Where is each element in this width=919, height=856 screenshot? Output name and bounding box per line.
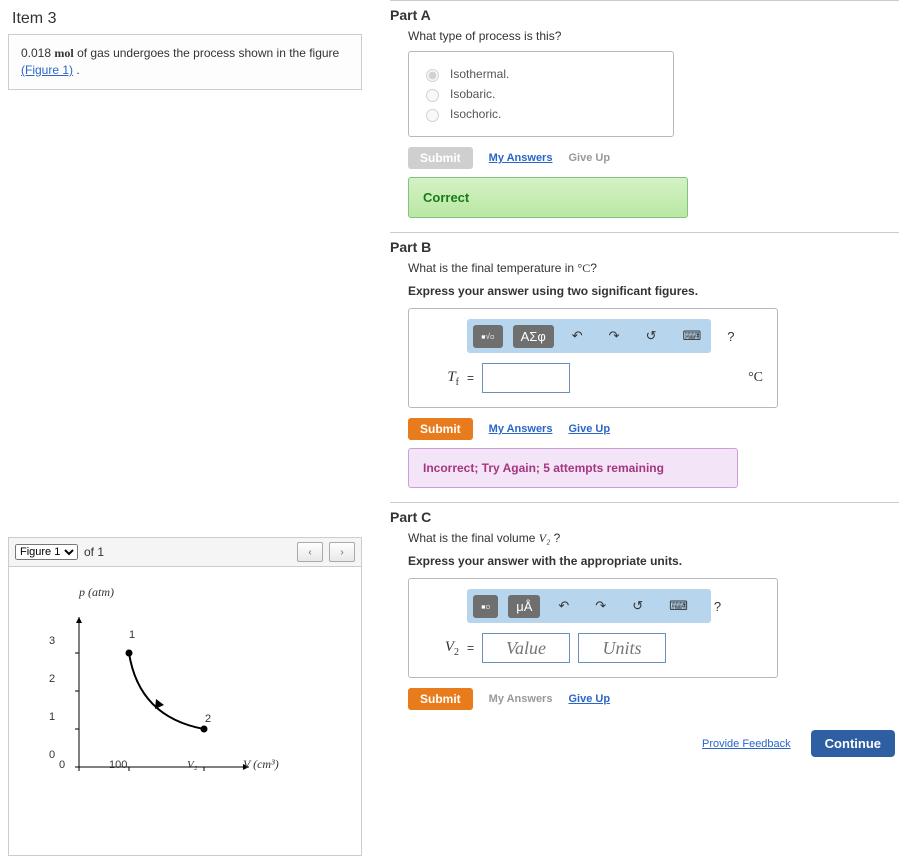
part-b-buttons: Submit My Answers Give Up — [408, 418, 899, 440]
figure-toolbar: Figure 1 of 1 ‹ › — [8, 537, 362, 566]
part-c-my-answers-link: My Answers — [489, 693, 553, 705]
continue-button[interactable]: Continue — [811, 730, 895, 757]
redo-icon[interactable]: ↷ — [601, 324, 628, 348]
part-b-q-pre: What is the final temperature in — [408, 261, 577, 275]
option-isothermal-label: Isothermal. — [450, 67, 509, 81]
templates-button[interactable]: ▪▫ — [473, 595, 498, 618]
option-isochoric-label: Isochoric. — [450, 107, 501, 121]
point-2-label: 2 — [205, 713, 211, 725]
part-a-question: What type of process is this? — [408, 29, 899, 43]
option-isobaric[interactable]: Isobaric. — [421, 86, 661, 102]
option-isochoric[interactable]: Isochoric. — [421, 106, 661, 122]
problem-tail: . — [73, 63, 80, 77]
part-b-question: What is the final temperature in °C? — [408, 261, 899, 276]
figure-panel: Figure 1 of 1 ‹ › — [8, 537, 362, 856]
problem-text: of gas undergoes the process shown in th… — [77, 46, 339, 60]
part-b-feedback: Incorrect; Try Again; 5 attempts remaini… — [408, 448, 738, 488]
y-tick-3: 3 — [49, 635, 55, 647]
part-a-my-answers-link[interactable]: My Answers — [489, 152, 553, 164]
part-c-question: What is the final volume V₂ ? — [408, 531, 899, 546]
y-tick-2: 2 — [49, 673, 55, 685]
part-a-options: Isothermal. Isobaric. Isochoric. — [408, 51, 674, 137]
part-a-feedback: Correct — [408, 177, 688, 218]
point-1-label: 1 — [129, 629, 135, 641]
problem-statement: 0.018 mol of gas undergoes the process s… — [8, 34, 362, 90]
figure-select[interactable]: Figure 1 — [15, 544, 78, 560]
part-b-unit-label: °C — [748, 370, 763, 386]
footer: Provide Feedback Continue — [390, 730, 899, 757]
part-c-toolbar: ▪▫ μÅ ↶ ↷ ↺ ⌨ ? — [467, 589, 711, 623]
x-tick-1: 100 — [109, 759, 127, 771]
part-c-q-var: V₂ — [539, 531, 551, 545]
option-isothermal[interactable]: Isothermal. — [421, 66, 661, 82]
part-c-header: Part C — [390, 502, 899, 525]
part-b-instruction: Express your answer using two significan… — [408, 284, 899, 298]
option-isobaric-label: Isobaric. — [450, 87, 495, 101]
part-b-input-panel: ▪√▫ ΑΣφ ↶ ↷ ↺ ⌨ ? Tf = °C — [408, 308, 778, 408]
part-c-input-panel: ▪▫ μÅ ↶ ↷ ↺ ⌨ ? V2 = — [408, 578, 778, 678]
figure-of-label: of 1 — [84, 545, 104, 559]
help-icon-c[interactable]: ? — [706, 595, 729, 618]
pv-graph — [19, 587, 319, 807]
part-b-q-unit: °C — [577, 261, 590, 275]
part-a-submit-button: Submit — [408, 147, 473, 169]
reset-icon[interactable]: ↺ — [638, 324, 665, 348]
redo-icon-c[interactable]: ↷ — [587, 594, 614, 618]
part-b-toolbar: ▪√▫ ΑΣφ ↶ ↷ ↺ ⌨ ? — [467, 319, 711, 353]
part-b-equals: = — [467, 371, 474, 385]
help-icon[interactable]: ? — [719, 325, 742, 348]
problem-amount: 0.018 — [21, 46, 51, 60]
part-b-q-post: ? — [590, 261, 597, 275]
part-c-submit-button[interactable]: Submit — [408, 688, 473, 710]
part-c-instruction: Express your answer with the appropriate… — [408, 554, 899, 568]
part-b-submit-button[interactable]: Submit — [408, 418, 473, 440]
part-c-equals: = — [467, 641, 474, 655]
units-button[interactable]: μÅ — [508, 595, 540, 618]
part-c-buttons: Submit My Answers Give Up — [408, 688, 899, 710]
part-a-give-up-link: Give Up — [568, 152, 610, 164]
part-b-var-label: Tf — [423, 369, 459, 388]
x-tick-0: 0 — [59, 759, 65, 771]
radical-button[interactable]: ▪√▫ — [473, 325, 503, 348]
radio-isothermal[interactable] — [426, 69, 439, 82]
part-b-value-input[interactable] — [482, 363, 570, 393]
radio-isobaric[interactable] — [426, 89, 439, 102]
part-c-equation-row: V2 = — [423, 633, 763, 663]
provide-feedback-link[interactable]: Provide Feedback — [702, 738, 791, 750]
part-a-header: Part A — [390, 0, 899, 23]
part-c-value-input[interactable] — [482, 633, 570, 663]
x-tick-2: V₂ — [187, 759, 198, 771]
figure-body: p (atm) V (cm³) 0 100 V₂ 0 1 2 3 1 2 — [8, 566, 362, 856]
problem-unit: mol — [54, 46, 73, 60]
figure-prev-button[interactable]: ‹ — [297, 542, 323, 562]
undo-icon[interactable]: ↶ — [564, 324, 591, 348]
reset-icon-c[interactable]: ↺ — [624, 594, 651, 618]
part-c-units-input[interactable] — [578, 633, 666, 663]
figure-next-button[interactable]: › — [329, 542, 355, 562]
x-axis-label: V (cm³) — [243, 757, 279, 772]
figure-link[interactable]: (Figure 1) — [21, 63, 73, 77]
greek-button[interactable]: ΑΣφ — [513, 325, 554, 348]
part-c-q-pre: What is the final volume — [408, 531, 539, 545]
undo-icon-c[interactable]: ↶ — [550, 594, 577, 618]
y-axis-label: p (atm) — [79, 585, 114, 600]
y-tick-1: 1 — [49, 711, 55, 723]
part-b-header: Part B — [390, 232, 899, 255]
part-b-equation-row: Tf = °C — [423, 363, 763, 393]
part-c-var-label: V2 — [423, 639, 459, 658]
part-b-give-up-link[interactable]: Give Up — [568, 423, 610, 435]
item-title: Item 3 — [12, 10, 362, 28]
y-tick-0: 0 — [49, 749, 55, 761]
part-b-my-answers-link[interactable]: My Answers — [489, 423, 553, 435]
part-a-buttons: Submit My Answers Give Up — [408, 147, 899, 169]
radio-isochoric[interactable] — [426, 109, 439, 122]
keyboard-icon-c[interactable]: ⌨ — [661, 594, 696, 618]
part-c-q-post: ? — [550, 531, 560, 545]
keyboard-icon[interactable]: ⌨ — [674, 324, 709, 348]
part-c-give-up-link[interactable]: Give Up — [568, 693, 610, 705]
